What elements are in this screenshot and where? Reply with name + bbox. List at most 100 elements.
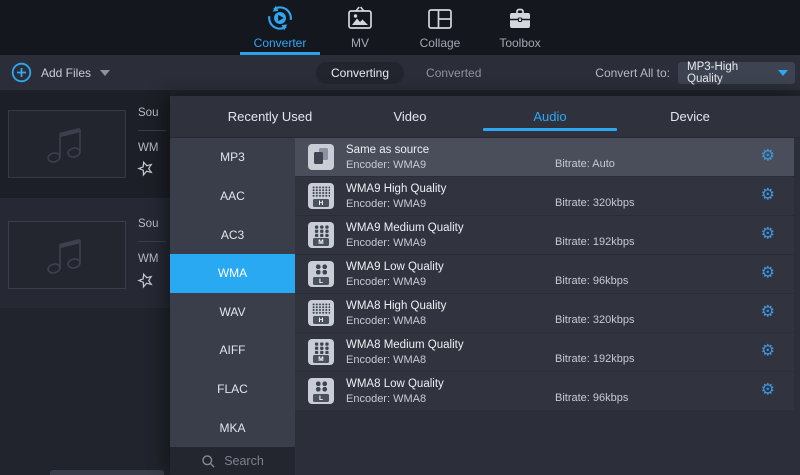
- dot-grid: [313, 225, 329, 237]
- convert-all-dropdown[interactable]: MP3-High Quality: [678, 61, 795, 85]
- converter-icon: [266, 5, 294, 32]
- quality-grid-icon: H: [308, 183, 334, 209]
- toolbox-icon: [506, 6, 534, 32]
- search-placeholder: Search: [224, 454, 264, 468]
- dot-grid: [314, 381, 328, 392]
- edit-star-icon[interactable]: [135, 270, 158, 296]
- add-files-plus-icon[interactable]: [11, 62, 32, 83]
- format-panel: Recently Used Video Audio Device MP3 AAC…: [170, 96, 800, 475]
- dot-grid: [312, 303, 330, 314]
- view-tabs: Converting Converted: [316, 55, 481, 90]
- gear-icon[interactable]: ⚙: [761, 226, 775, 243]
- dot-grid: [314, 264, 328, 275]
- nav-tab-toolbox[interactable]: Toolbox: [480, 0, 560, 55]
- quality-grid-icon: H: [308, 300, 334, 326]
- source-file-item[interactable]: Sou WM: [0, 90, 170, 198]
- tab-video[interactable]: Video: [340, 96, 480, 137]
- dot-grid: [312, 186, 330, 197]
- sidebar-item-flac[interactable]: FLAC: [170, 370, 295, 409]
- quality-badge: H: [313, 199, 329, 207]
- same-as-source-icon: [308, 144, 334, 170]
- nav-tab-collage[interactable]: Collage: [400, 0, 480, 55]
- profile-bitrate: Bitrate: 320kbps: [555, 197, 635, 209]
- nav-items: Converter MV Collage Toolbox: [0, 0, 800, 55]
- profile-title: WMA9 High Quality: [346, 183, 447, 195]
- profile-text: WMA8 Low Quality Encoder: WMA8: [346, 377, 444, 405]
- gear-icon[interactable]: ⚙: [761, 265, 775, 282]
- profile-bitrate: Bitrate: 320kbps: [555, 314, 635, 326]
- sidebar-item-aac[interactable]: AAC: [170, 177, 295, 216]
- nav-tab-converter[interactable]: Converter: [240, 0, 320, 55]
- quality-grid-icon: L: [308, 261, 334, 287]
- sidebar-item-mka[interactable]: MKA: [170, 408, 295, 447]
- profile-title: WMA8 High Quality: [346, 300, 447, 312]
- nav-tab-label: MV: [351, 35, 369, 50]
- gear-icon[interactable]: ⚙: [761, 382, 775, 399]
- profile-row-wma8-medium[interactable]: M WMA8 Medium Quality Encoder: WMA8 Bitr…: [295, 333, 794, 372]
- format-panel-body: MP3 AAC AC3 WMA WAV AIFF FLAC MKA Search…: [170, 138, 800, 475]
- profile-title: WMA9 Low Quality: [346, 261, 444, 273]
- copy-shape: [314, 152, 323, 164]
- tab-converting[interactable]: Converting: [316, 61, 405, 84]
- gear-icon[interactable]: ⚙: [761, 148, 775, 165]
- audio-thumbnail: [8, 110, 126, 178]
- search-input[interactable]: Search: [170, 447, 295, 475]
- quality-grid-icon: M: [308, 339, 334, 365]
- profile-row-wma9-medium[interactable]: M WMA9 Medium Quality Encoder: WMA9 Bitr…: [295, 216, 794, 255]
- profile-text: WMA8 High Quality Encoder: WMA8: [346, 299, 446, 327]
- profile-title: WMA8 Medium Quality: [346, 339, 464, 351]
- tab-recently-used[interactable]: Recently Used: [200, 96, 340, 137]
- tab-label: Recently Used: [227, 109, 313, 124]
- profile-bitrate: Bitrate: Auto: [555, 158, 615, 170]
- tab-device[interactable]: Device: [620, 96, 760, 137]
- quality-badge: M: [313, 238, 329, 246]
- edit-star-icon[interactable]: [135, 158, 158, 184]
- gear-icon[interactable]: ⚙: [761, 343, 775, 360]
- profile-encoder: Encoder: WMA9: [346, 237, 427, 249]
- source-file-format: WM: [138, 253, 159, 265]
- add-files-caret-icon[interactable]: [100, 69, 111, 76]
- profile-bitrate: Bitrate: 96kbps: [555, 275, 629, 287]
- profile-bitrate: Bitrate: 192kbps: [555, 236, 635, 248]
- sidebar-item-wma[interactable]: WMA: [170, 253, 295, 293]
- quality-grid-icon: M: [308, 222, 334, 248]
- profile-row-wma9-high[interactable]: H WMA9 High Quality Encoder: WMA9 Bitrat…: [295, 177, 794, 216]
- dot-grid: [313, 342, 329, 354]
- gear-icon[interactable]: ⚙: [761, 187, 775, 204]
- profile-encoder: Encoder: WMA8: [346, 354, 427, 366]
- profile-text: Same as source Encoder: WMA9: [346, 143, 429, 171]
- tab-label: Device: [670, 109, 710, 124]
- source-file-item[interactable]: Sou WM: [0, 198, 170, 308]
- add-files-label[interactable]: Add Files: [41, 66, 91, 80]
- add-files-control[interactable]: Add Files: [11, 55, 111, 90]
- mv-icon: [346, 6, 374, 32]
- gear-icon[interactable]: ⚙: [761, 304, 775, 321]
- quality-badge: L: [313, 394, 329, 402]
- profile-row-wma8-low[interactable]: L WMA8 Low Quality Encoder: WMA8 Bitrate…: [295, 372, 794, 411]
- profile-title: Same as source: [346, 144, 430, 156]
- profile-encoder: Encoder: WMA9: [346, 276, 427, 288]
- profile-title: WMA8 Low Quality: [346, 378, 444, 390]
- profile-encoder: Encoder: WMA9: [346, 198, 427, 210]
- music-note-icon: [47, 238, 81, 274]
- app-window: Converter MV Collage Toolbox Add Files C…: [0, 0, 800, 475]
- tab-audio[interactable]: Audio: [480, 96, 620, 137]
- quality-badge: M: [313, 355, 329, 363]
- profile-row-wma8-high[interactable]: H WMA8 High Quality Encoder: WMA8 Bitrat…: [295, 294, 794, 333]
- profile-text: WMA9 Low Quality Encoder: WMA9: [346, 260, 444, 288]
- profile-row-wma9-low[interactable]: L WMA9 Low Quality Encoder: WMA9 Bitrate…: [295, 255, 794, 294]
- profile-row-same-as-source[interactable]: Same as source Encoder: WMA9 Bitrate: Au…: [295, 138, 794, 177]
- sidebar-item-wav[interactable]: WAV: [170, 293, 295, 332]
- sidebar-item-ac3[interactable]: AC3: [170, 215, 295, 254]
- tab-converted[interactable]: Converted: [426, 66, 481, 80]
- format-panel-tabs: Recently Used Video Audio Device: [170, 96, 800, 138]
- convert-all-group: Convert All to: MP3-High Quality: [595, 55, 795, 90]
- sidebar-item-aiff[interactable]: AIFF: [170, 331, 295, 370]
- collage-icon: [426, 6, 454, 32]
- sidebar-item-mp3[interactable]: MP3: [170, 138, 295, 177]
- search-icon: [201, 454, 216, 469]
- nav-tab-mv[interactable]: MV: [320, 0, 400, 55]
- divider: [138, 241, 166, 242]
- profile-list: Same as source Encoder: WMA9 Bitrate: Au…: [295, 138, 800, 475]
- nav-tab-label: Converter: [253, 35, 307, 50]
